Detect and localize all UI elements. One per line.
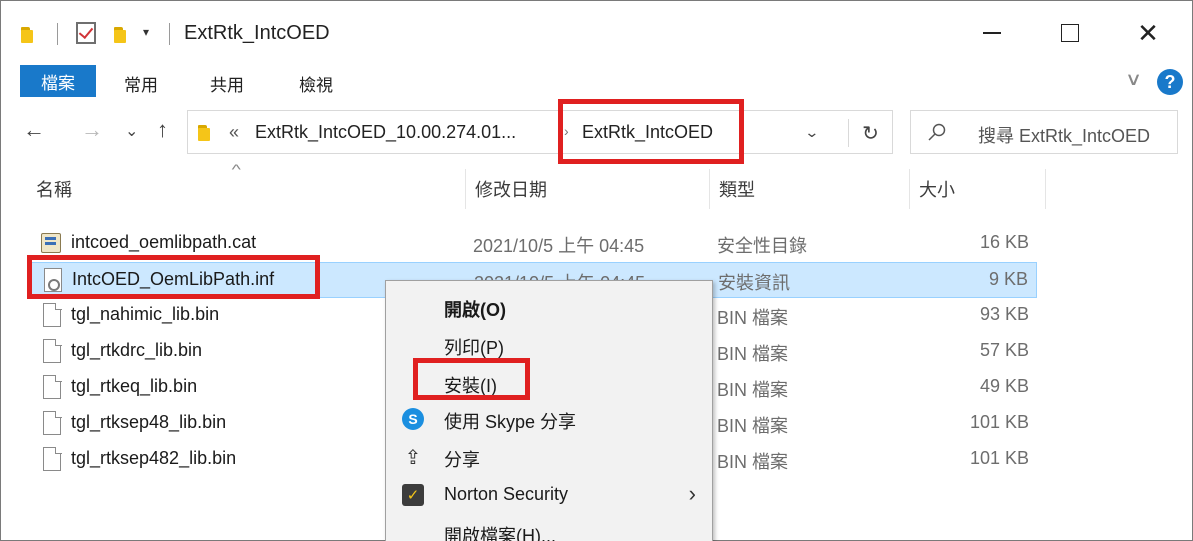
minimize-icon — [983, 32, 1001, 34]
file-name: tgl_rtkeq_lib.bin — [71, 376, 198, 396]
file-type: 安全性目錄 — [717, 236, 807, 256]
menu-item-label: 列印(P) — [444, 338, 504, 358]
title-divider — [169, 23, 170, 45]
highlight-box-current-folder — [558, 99, 744, 164]
catalog-file-icon — [41, 233, 61, 253]
title-divider — [57, 23, 58, 45]
file-name: tgl_nahimic_lib.bin — [71, 304, 220, 324]
menu-item-share[interactable]: ⇪ 分享 — [386, 437, 712, 475]
new-folder-icon[interactable] — [114, 23, 126, 47]
blank-file-icon — [43, 446, 62, 471]
file-type: BIN 檔案 — [717, 308, 789, 328]
back-button[interactable]: ← — [23, 117, 45, 143]
menu-item-label: 分享 — [444, 450, 480, 470]
share-icon: ⇪ — [404, 446, 422, 469]
help-icon[interactable]: ? — [1157, 69, 1183, 95]
column-header-size[interactable]: 大小 — [910, 169, 1046, 209]
close-icon: ✕ — [1137, 18, 1159, 48]
menu-item-label: 開啟檔案(H)... — [444, 526, 556, 541]
search-icon — [928, 123, 946, 141]
search-box[interactable]: 搜尋 ExtRtk_IntcOED — [910, 110, 1178, 154]
column-header-type[interactable]: 類型 — [710, 169, 910, 209]
file-size: 9 KB — [988, 269, 1028, 289]
blank-file-icon — [43, 302, 62, 327]
up-button[interactable]: ↑ — [157, 117, 168, 143]
maximize-button[interactable] — [1047, 11, 1093, 55]
ribbon-tabs: 檔案 常用 共用 檢視 ∨ ? — [1, 65, 1192, 101]
menu-item-open[interactable]: 開啟(O) — [386, 287, 712, 325]
highlight-box-selected-file — [27, 255, 320, 299]
folder-icon — [198, 125, 210, 141]
highlight-box-install — [413, 358, 530, 400]
customize-quick-access-button[interactable]: ▾ — [143, 25, 149, 39]
file-size: 16 KB — [979, 232, 1029, 252]
file-size: 49 KB — [979, 376, 1029, 396]
menu-item-share-skype[interactable]: S 使用 Skype 分享 — [386, 399, 712, 437]
file-type: 安裝資訊 — [718, 273, 790, 293]
blank-file-icon — [43, 374, 62, 399]
expand-ribbon-icon[interactable]: ∨ — [1125, 69, 1142, 90]
context-menu: 開啟(O) 列印(P) 安裝(I) S 使用 Skype 分享 ⇪ 分享 ✓ N… — [385, 280, 713, 541]
minimize-button[interactable] — [969, 11, 1015, 55]
tab-view[interactable]: 檢視 — [299, 71, 333, 96]
file-name: tgl_rtkdrc_lib.bin — [71, 340, 203, 360]
address-overflow-icon[interactable]: « — [229, 122, 239, 143]
file-size: 101 KB — [969, 412, 1029, 432]
maximize-icon — [1061, 24, 1079, 42]
recent-locations-button[interactable]: ⌄ — [125, 121, 138, 141]
blank-file-icon — [43, 410, 62, 435]
address-dropdown-icon[interactable]: ⌄ — [804, 124, 819, 141]
forward-button[interactable]: → — [81, 117, 103, 143]
file-explorer-window: ▾ ExtRtk_IntcOED ✕ 檔案 常用 共用 檢視 ∨ ? ← → ⌄… — [0, 0, 1193, 541]
file-size: 101 KB — [969, 448, 1029, 468]
menu-item-label: 開啟(O) — [444, 300, 506, 320]
file-type: BIN 檔案 — [717, 380, 789, 400]
tab-home[interactable]: 常用 — [124, 71, 158, 96]
file-size: 57 KB — [979, 340, 1029, 360]
address-bar[interactable]: « ExtRtk_IntcOED_10.00.274.01... › ExtRt… — [187, 110, 893, 154]
tab-file[interactable]: 檔案 — [20, 65, 96, 97]
skype-icon: S — [402, 408, 424, 430]
window-title: ExtRtk_IntcOED — [184, 22, 330, 44]
file-type: BIN 檔案 — [717, 344, 789, 364]
file-name: intcoed_oemlibpath.cat — [71, 232, 257, 252]
tab-share[interactable]: 共用 — [210, 71, 244, 96]
submenu-arrow-icon: › — [688, 481, 696, 506]
file-type: BIN 檔案 — [717, 416, 789, 436]
file-name: tgl_rtksep482_lib.bin — [71, 448, 237, 468]
menu-item-label: 使用 Skype 分享 — [444, 412, 577, 432]
column-header-date[interactable]: 修改日期 — [466, 169, 710, 209]
search-input[interactable]: 搜尋 ExtRtk_IntcOED — [978, 122, 1150, 148]
file-name: tgl_rtksep48_lib.bin — [71, 412, 227, 432]
folder-icon — [21, 23, 33, 47]
menu-item-open-with[interactable]: 開啟檔案(H)... — [386, 513, 712, 541]
file-size: 93 KB — [979, 304, 1029, 324]
close-button[interactable]: ✕ — [1125, 11, 1171, 55]
menu-item-label: Norton Security — [444, 484, 569, 504]
menu-item-norton-security[interactable]: ✓ Norton Security › — [386, 475, 712, 513]
column-header-name[interactable]: 名稱 — [27, 169, 466, 209]
blank-file-icon — [43, 338, 62, 363]
file-date: 2021/10/5 上午 04:45 — [473, 236, 645, 256]
breadcrumb-parent[interactable]: ExtRtk_IntcOED_10.00.274.01... — [255, 122, 516, 143]
norton-icon: ✓ — [402, 484, 424, 506]
file-type: BIN 檔案 — [717, 452, 789, 472]
title-bar: ▾ ExtRtk_IntcOED ✕ — [1, 1, 1192, 65]
properties-check-icon[interactable] — [76, 22, 96, 44]
refresh-button[interactable]: ↻ — [848, 119, 892, 147]
